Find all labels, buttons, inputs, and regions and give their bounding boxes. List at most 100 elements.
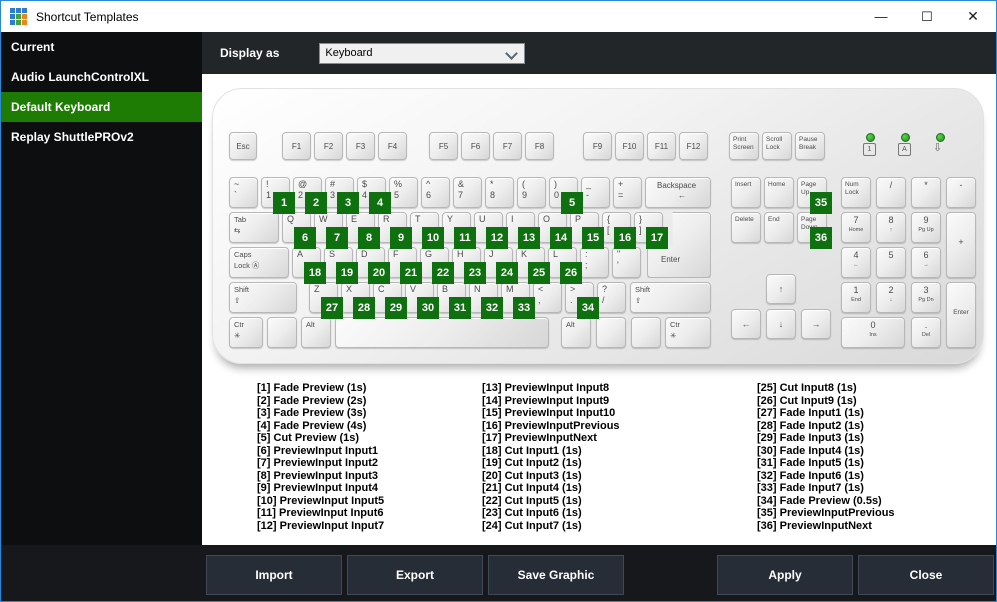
key-a[interactable]: A 18	[292, 247, 326, 284]
key-g[interactable]: G 22	[420, 247, 454, 284]
key-d[interactable]: D 20	[356, 247, 390, 284]
key-o[interactable]: O 14	[538, 212, 572, 249]
key-m[interactable]: M 33	[501, 282, 535, 319]
key-right-bracket[interactable]: }] 17	[634, 212, 668, 249]
key-np-8[interactable]: 8 ↑	[876, 212, 906, 243]
key-arrow-left[interactable]: ←	[731, 309, 761, 339]
key-p[interactable]: P 15	[570, 212, 604, 249]
key-f1[interactable]: F1	[282, 132, 311, 160]
key-menu[interactable]	[631, 317, 661, 348]
sidebar-item-audio-launchcontrolxl[interactable]: Audio LaunchControlXL	[1, 62, 202, 92]
key-minus[interactable]: _ -	[581, 177, 610, 208]
key-f5[interactable]: F5	[429, 132, 458, 160]
close-button[interactable]: Close	[858, 555, 994, 595]
key-9[interactable]: (9	[517, 177, 546, 208]
key-caps-lock[interactable]: Caps Lock Ⓐ	[229, 247, 289, 278]
key-i[interactable]: I 13	[506, 212, 540, 249]
close-button[interactable]: ✕	[950, 1, 996, 32]
key-f7[interactable]: F7	[493, 132, 522, 160]
key-np-decimal[interactable]: . Del	[911, 317, 941, 348]
key-w[interactable]: W7	[314, 212, 348, 249]
key-left-shift[interactable]: Shift ⇧	[229, 282, 297, 313]
key-2[interactable]: @2 2	[293, 177, 327, 214]
key-v[interactable]: V 30	[405, 282, 439, 319]
key-quote[interactable]: " '	[612, 247, 641, 278]
key-arrow-right[interactable]: →	[801, 309, 831, 339]
key-page-up[interactable]: Page Up 35	[797, 177, 832, 214]
key-period[interactable]: >. 34	[565, 282, 599, 319]
key-arrow-down[interactable]: ↓	[766, 309, 796, 339]
key-4[interactable]: $4 4	[357, 177, 391, 214]
key-equals[interactable]: + =	[613, 177, 642, 208]
minimize-button[interactable]: —	[858, 1, 904, 32]
key-home[interactable]: Home	[764, 177, 794, 208]
key-f10[interactable]: F10	[615, 132, 644, 160]
save-graphic-button[interactable]: Save Graphic	[488, 555, 624, 595]
key-np-1[interactable]: 1 End	[841, 282, 871, 313]
key-f2[interactable]: F2	[314, 132, 343, 160]
key-x[interactable]: X 28	[341, 282, 375, 319]
key-semicolon[interactable]: :;	[580, 247, 609, 278]
key-np-enter[interactable]: Enter	[946, 282, 976, 348]
display-as-select[interactable]: Keyboard	[319, 42, 526, 64]
key-n[interactable]: N 32	[469, 282, 503, 319]
key-num-lock[interactable]: Num Lock	[841, 177, 871, 208]
key-f11[interactable]: F11	[647, 132, 676, 160]
key-y[interactable]: Y 11	[442, 212, 476, 249]
key-z[interactable]: Z 27	[309, 282, 343, 319]
apply-button[interactable]: Apply	[717, 555, 853, 595]
key-f6[interactable]: F6	[461, 132, 490, 160]
key-np-multiply[interactable]: *	[911, 177, 941, 208]
key-8[interactable]: * 8	[485, 177, 514, 208]
key-np-subtract[interactable]: -	[946, 177, 976, 208]
key-delete[interactable]: Delete	[731, 212, 761, 243]
key-b[interactable]: B 31	[437, 282, 471, 319]
key-insert[interactable]: Insert	[731, 177, 761, 208]
key-1[interactable]: ! 1 1	[261, 177, 295, 214]
key-right-ctrl[interactable]: Ctr ✳	[665, 317, 711, 348]
key-backtick[interactable]: ~ `	[229, 177, 258, 208]
import-button[interactable]: Import	[206, 555, 342, 595]
key-right-shift[interactable]: Shift ⇧	[630, 282, 711, 313]
key-np-7[interactable]: 7 Home	[841, 212, 871, 243]
key-right-alt[interactable]: Alt	[561, 317, 591, 348]
key-left-ctrl[interactable]: Ctr ✳	[229, 317, 263, 348]
key-np-4[interactable]: 4 ←	[841, 247, 871, 278]
maximize-button[interactable]: ☐	[904, 1, 950, 32]
key-slash[interactable]: ? /	[597, 282, 626, 313]
key-u[interactable]: U 12	[474, 212, 508, 249]
key-np-9[interactable]: 9 Pg Up	[911, 212, 941, 243]
key-f[interactable]: F 21	[388, 247, 422, 284]
key-f12[interactable]: F12	[679, 132, 708, 160]
key-left-win[interactable]	[267, 317, 297, 348]
key-esc[interactable]: Esc	[229, 132, 257, 160]
key-np-add[interactable]: +	[946, 212, 976, 278]
key-np-0[interactable]: 0 Ins	[841, 317, 905, 348]
key-j[interactable]: J 24	[484, 247, 518, 284]
key-np-5[interactable]: 5	[876, 247, 906, 278]
key-h[interactable]: H 23	[452, 247, 486, 284]
key-f3[interactable]: F3	[346, 132, 375, 160]
key-arrow-up[interactable]: ↑	[766, 274, 796, 304]
key-pause-break[interactable]: Pause Break	[795, 132, 825, 160]
key-l[interactable]: L 26	[548, 247, 582, 284]
key-np-divide[interactable]: /	[876, 177, 906, 208]
key-np-2[interactable]: 2 ↓	[876, 282, 906, 313]
key-k[interactable]: K 25	[516, 247, 550, 284]
key-print-screen[interactable]: Print Screen	[729, 132, 759, 160]
key-tab[interactable]: Tab ⇆	[229, 212, 279, 243]
key-left-bracket[interactable]: {[16	[602, 212, 636, 249]
key-f4[interactable]: F4	[378, 132, 407, 160]
key-space[interactable]	[335, 317, 549, 348]
key-f8[interactable]: F8	[525, 132, 554, 160]
key-scroll-lock[interactable]: Scroll Lock	[762, 132, 792, 160]
key-7[interactable]: & 7	[453, 177, 482, 208]
key-right-win[interactable]	[596, 317, 626, 348]
export-button[interactable]: Export	[347, 555, 483, 595]
key-6[interactable]: ^ 6	[421, 177, 450, 208]
key-t[interactable]: T 10	[410, 212, 444, 249]
key-page-down[interactable]: PageDown36	[797, 212, 832, 249]
sidebar-item-current[interactable]: Current	[1, 32, 202, 62]
key-f9[interactable]: F9	[583, 132, 612, 160]
sidebar-item-default-keyboard[interactable]: Default Keyboard	[1, 92, 202, 122]
